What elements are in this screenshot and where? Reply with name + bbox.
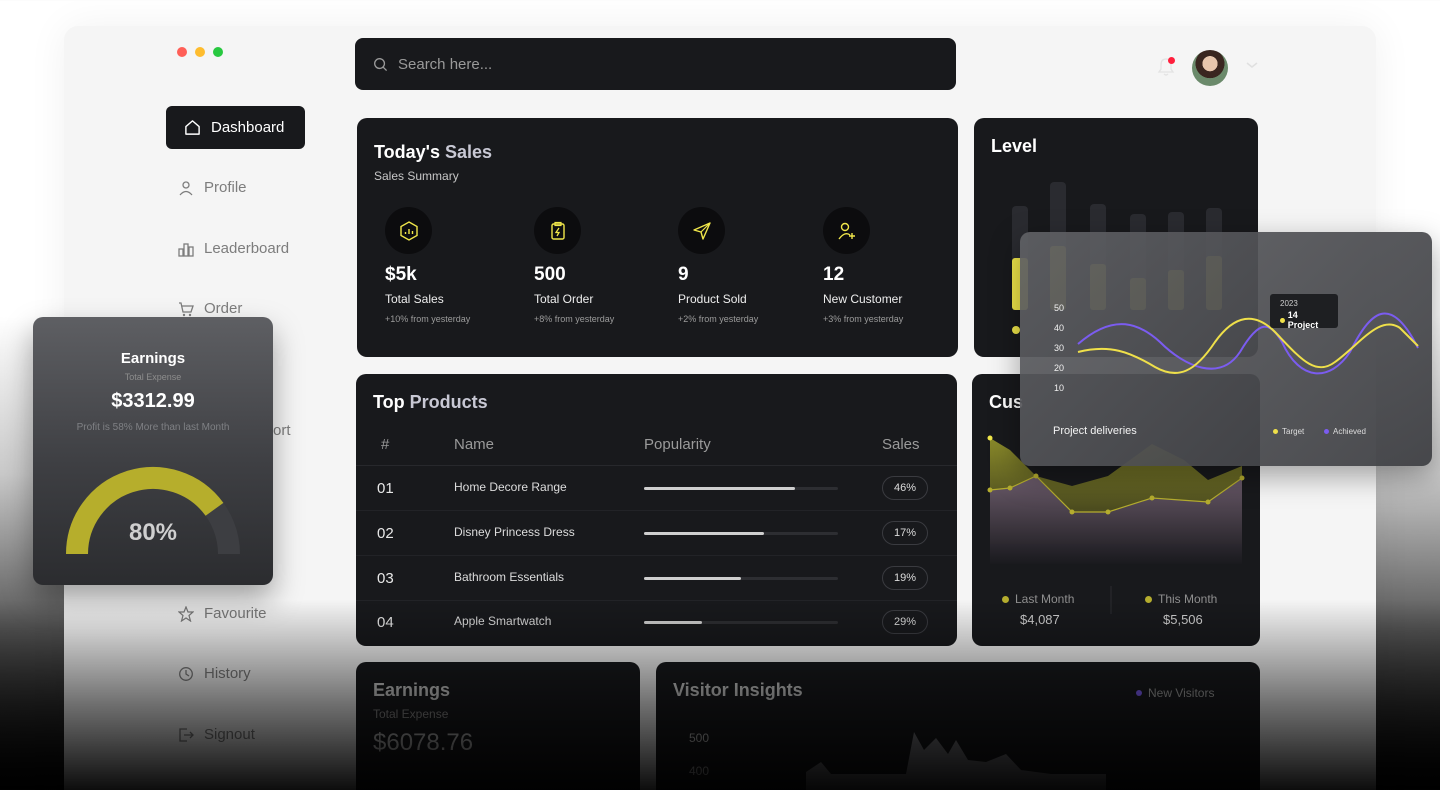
earnings-card: Earnings Total Expense $6078.76 <box>356 662 640 790</box>
column-header: Name <box>454 436 495 453</box>
sidebar-item-label: Signout <box>204 726 255 743</box>
sidebar-item-label: Favourite <box>204 605 267 622</box>
card-subtitle: Sales Summary <box>374 169 459 183</box>
chart-title: Project deliveries <box>1053 425 1137 437</box>
this-month-value: $5,506 <box>1163 612 1203 627</box>
column-header: Sales <box>882 436 920 453</box>
signout-icon <box>179 727 194 742</box>
gauge-percent: 80% <box>128 519 178 546</box>
avatar[interactable] <box>1192 50 1228 86</box>
clipboard-icon <box>534 207 581 254</box>
sidebar-item-leaderboard[interactable]: Leaderboard <box>166 227 305 270</box>
sales-badge: 19% <box>882 566 928 590</box>
card-subtitle: Total Expense <box>373 707 449 721</box>
data-point <box>1069 509 1075 515</box>
minimize-dot[interactable] <box>195 47 205 57</box>
home-icon <box>185 120 200 135</box>
sidebar-item-profile[interactable]: Profile <box>166 166 305 209</box>
add-user-icon <box>823 207 870 254</box>
table-row[interactable]: 03 Bathroom Essentials 19% <box>356 556 957 601</box>
series-achieved <box>1077 312 1419 375</box>
sidebar-item-label-partial: ort <box>273 422 291 439</box>
sidebar-item-favourite[interactable]: Favourite <box>166 592 305 635</box>
earnings-value: $3312.99 <box>111 390 195 412</box>
table-row[interactable]: 02 Disney Princess Dress 17% <box>356 511 957 556</box>
sales-badge: 46% <box>882 476 928 500</box>
sales-badge: 29% <box>882 610 928 634</box>
window-controls <box>177 47 223 57</box>
earnings-gauge-card: Earnings Total Expense $3312.99 Profit i… <box>33 317 273 585</box>
stat-product-sold: 9 Product Sold +2% from yesterday <box>678 207 828 324</box>
maximize-dot[interactable] <box>213 47 223 57</box>
level-legend-dot <box>1012 326 1020 334</box>
earnings-value: $6078.76 <box>373 729 474 756</box>
sidebar-item-label: Leaderboard <box>204 240 290 257</box>
sidebar-item-label: History <box>204 665 251 682</box>
column-header: Popularity <box>644 436 711 453</box>
chart-tooltip: 2023 14 Project <box>1270 294 1338 330</box>
visitor-area-chart <box>806 732 1106 790</box>
card-title: Level <box>991 136 1038 156</box>
column-header: # <box>381 436 390 453</box>
sidebar-item-label: Profile <box>204 179 247 196</box>
send-icon <box>678 207 725 254</box>
legend-last-month: Last Month <box>1002 592 1074 606</box>
sidebar-item-label: Dashboard <box>211 119 285 136</box>
sidebar-item-label: Order <box>204 300 243 317</box>
data-point <box>987 435 993 441</box>
cart-icon <box>179 301 194 316</box>
data-point <box>1105 509 1111 515</box>
popularity-bar <box>644 621 838 624</box>
project-deliveries-card: 50 40 30 20 10 2023 14 Project Project d… <box>1020 232 1432 466</box>
last-month-value: $4,087 <box>1020 612 1060 627</box>
data-point <box>1149 495 1155 501</box>
card-title: Today's Sales <box>374 142 493 162</box>
chart-hexagon-icon <box>385 207 432 254</box>
legend-target: Target <box>1273 427 1304 436</box>
close-dot[interactable] <box>177 47 187 57</box>
data-point <box>1205 499 1211 505</box>
star-icon <box>178 605 194 622</box>
data-point <box>1007 485 1013 491</box>
search-bar[interactable] <box>355 38 956 90</box>
card-subtitle: Total Expense <box>124 372 182 382</box>
legend-this-month: This Month <box>1145 592 1217 606</box>
sidebar-item-signout[interactable]: Signout <box>166 713 305 756</box>
data-point <box>1239 475 1245 481</box>
table-row[interactable]: 04 Apple Smartwatch 29% <box>356 600 957 645</box>
series-target <box>1077 317 1419 374</box>
data-point <box>1033 473 1039 479</box>
todays-sales-card: Today's Sales Sales Summary $5k Total Sa… <box>357 118 958 357</box>
earnings-gauge <box>66 466 240 555</box>
user-icon <box>179 180 193 195</box>
popularity-bar <box>644 577 838 580</box>
search-input[interactable] <box>398 55 918 73</box>
table-row[interactable]: 01 Home Decore Range 46% <box>356 466 957 511</box>
sidebar-item-dashboard[interactable]: Dashboard <box>166 106 305 149</box>
stat-new-customer: 12 New Customer +3% from yesterday <box>823 207 958 324</box>
popularity-bar <box>644 487 838 490</box>
leaderboard-icon <box>178 242 194 257</box>
sales-badge: 17% <box>882 521 928 545</box>
earnings-note: Profit is 58% More than last Month <box>76 422 230 433</box>
visitor-area <box>806 732 1106 790</box>
stat-total-sales: $5k Total Sales +10% from yesterday <box>385 207 535 324</box>
stat-total-order: 500 Total Order +8% from yesterday <box>534 207 684 324</box>
card-title: Earnings <box>373 680 451 700</box>
popularity-bar <box>644 532 838 535</box>
search-icon <box>374 57 388 71</box>
data-point <box>987 487 993 493</box>
history-icon <box>179 666 193 681</box>
card-title: Top Products <box>373 392 488 412</box>
chevron-down-icon[interactable] <box>1245 60 1259 70</box>
sidebar-item-history[interactable]: History <box>166 652 305 695</box>
notification-badge <box>1168 57 1175 64</box>
visitor-insights-card: Visitor Insights New Visitors 500 400 <box>656 662 1260 790</box>
top-products-card: Top Products # Name Popularity Sales 01 … <box>356 374 957 646</box>
legend-achieved: Achieved <box>1324 427 1366 436</box>
card-title: Earnings <box>120 350 186 367</box>
